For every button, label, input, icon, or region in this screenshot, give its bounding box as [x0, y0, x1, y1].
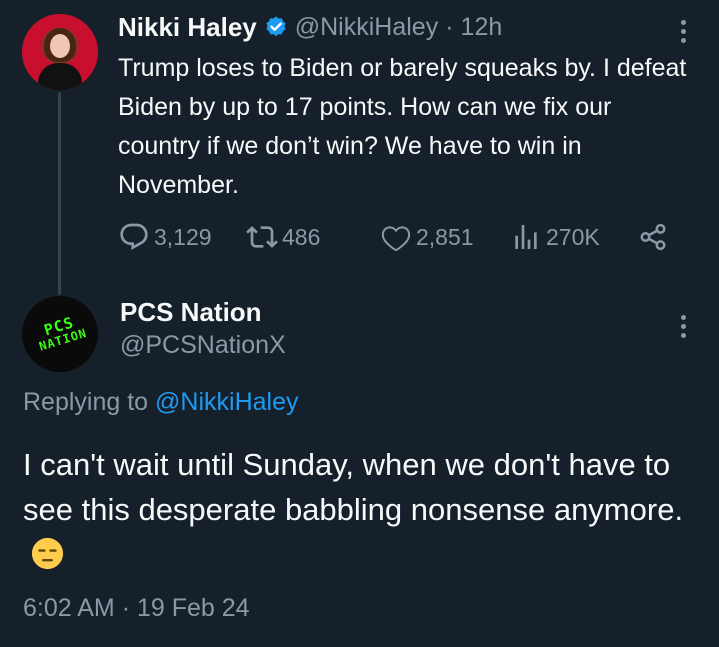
parent-header: Nikki Haley @NikkiHaley · 12h — [118, 10, 502, 44]
reply-handle[interactable]: @PCSNationX — [120, 331, 286, 360]
repost-count: 486 — [282, 223, 321, 250]
more-icon-dot — [680, 37, 686, 43]
thread-line — [58, 92, 61, 295]
share-icon — [638, 222, 668, 252]
verified-badge-icon[interactable] — [264, 15, 288, 39]
reply-author-name[interactable]: PCS Nation — [120, 297, 262, 328]
avatar-jacket — [38, 63, 82, 90]
more-icon-dot — [680, 314, 686, 320]
reply-timestamp-row[interactable]: 6:02 AM · 19 Feb 24 — [23, 594, 250, 623]
timestamp-separator: · — [121, 594, 131, 622]
more-icon-dot — [680, 28, 686, 34]
more-icon-dot — [680, 323, 686, 329]
views-icon — [510, 221, 542, 253]
replying-to-mention[interactable]: @NikkiHaley — [155, 388, 298, 416]
header-separator: · — [445, 12, 454, 41]
parent-more-button[interactable] — [676, 14, 690, 48]
parent-handle[interactable]: @NikkiHaley — [295, 13, 438, 42]
share-button[interactable] — [638, 220, 668, 254]
parent-timestamp[interactable]: 12h — [461, 13, 503, 42]
reply-time: 6:02 AM — [23, 594, 115, 622]
like-count: 2,851 — [416, 223, 474, 250]
reply-tweet-text-block: I can't wait until Sunday, when we don't… — [23, 442, 703, 577]
views-count: 270K — [546, 223, 600, 250]
more-icon-dot — [680, 332, 686, 338]
reply-count: 3,129 — [154, 223, 212, 250]
reply-tweet-text: I can't wait until Sunday, when we don't… — [23, 447, 684, 527]
expressionless-face-icon — [31, 537, 64, 570]
views-button[interactable]: 270K — [510, 220, 600, 254]
repost-icon — [246, 221, 278, 253]
like-button[interactable]: 2,851 — [380, 220, 474, 254]
replying-to-label: Replying to — [23, 388, 156, 416]
reply-avatar[interactable]: PCS NATION — [22, 296, 98, 372]
more-icon-dot — [680, 19, 686, 25]
pcs-nation-logo: PCS NATION — [23, 309, 98, 356]
parent-avatar[interactable] — [22, 14, 98, 90]
reply-date: 19 Feb 24 — [136, 594, 250, 622]
reply-more-button[interactable] — [676, 309, 690, 343]
reply-icon — [118, 221, 150, 253]
replying-to-line: Replying to @NikkiHaley — [23, 388, 299, 417]
avatar-face — [50, 34, 70, 58]
reply-button[interactable]: 3,129 — [118, 220, 212, 254]
parent-action-bar: 3,129 486 2,851 270K — [118, 220, 673, 254]
repost-button[interactable]: 486 — [246, 220, 320, 254]
parent-author-name[interactable]: Nikki Haley — [118, 12, 257, 43]
heart-icon — [380, 221, 412, 253]
parent-tweet-text: Trump loses to Biden or barely squeaks b… — [118, 54, 687, 199]
